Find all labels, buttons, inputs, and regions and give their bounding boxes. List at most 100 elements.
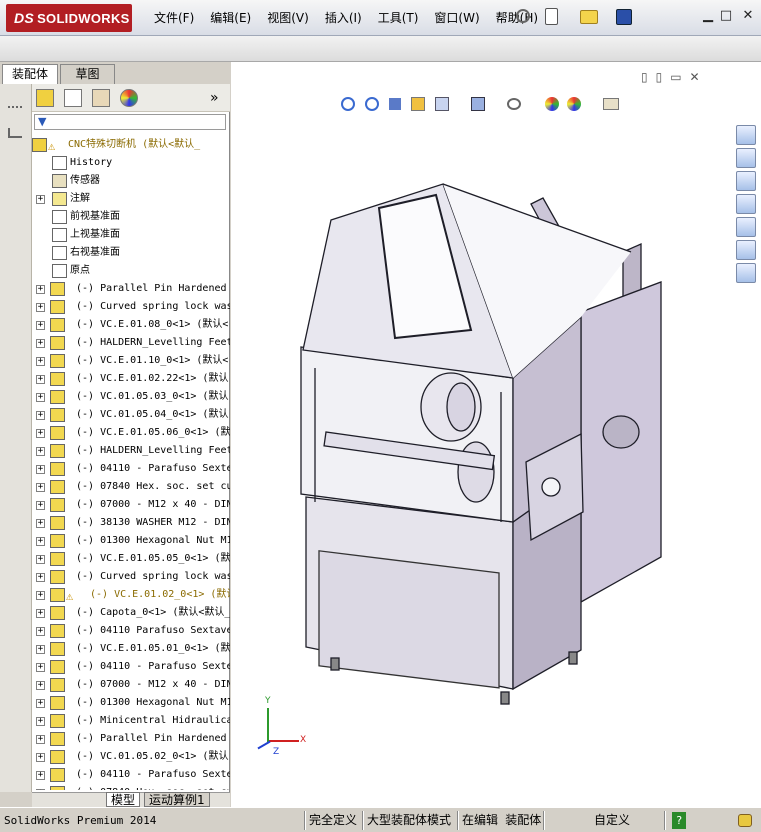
property-manager-icon[interactable] (64, 89, 82, 107)
expand-toggle-icon[interactable]: + (36, 645, 45, 654)
tree-item-component[interactable]: + (-) VC.01.05.02_0<1> (默认 (32, 748, 230, 766)
filter-input[interactable]: ▼ (34, 114, 226, 130)
tree-item-component[interactable]: + (-) 07840 Hex. soc. set cu (32, 784, 230, 790)
tree-item-component[interactable]: + (-) VC.E.01.02.22<1> (默认 (32, 370, 230, 388)
expand-toggle-icon[interactable]: + (36, 393, 45, 402)
expand-toggle-icon[interactable]: + (36, 753, 45, 762)
tree-item-component[interactable]: + (-) Curved spring lock was (32, 298, 230, 316)
expand-toggle-icon[interactable]: + (36, 465, 45, 474)
minimize-icon[interactable]: ▁ (700, 9, 716, 23)
expand-toggle-icon[interactable]: + (36, 411, 45, 420)
expand-toggle-icon[interactable]: + (36, 447, 45, 456)
menu-tools[interactable]: 工具(T) (370, 10, 427, 26)
menu-edit[interactable]: 编辑(E) (202, 10, 259, 26)
expand-toggle-icon[interactable]: + (36, 591, 45, 600)
expand-toggle-icon[interactable]: + (36, 573, 45, 582)
tree-item-component[interactable]: + (-) VC.E.01.05.01_0<1> (默 (32, 640, 230, 658)
tree-item-feature[interactable]: 传感器 (32, 172, 230, 190)
expand-toggle-icon[interactable]: + (36, 717, 45, 726)
help-icon[interactable]: ? (672, 812, 686, 829)
tree-item-component[interactable]: + (-) 38130 WASHER M12 - DIN (32, 514, 230, 532)
graphics-area[interactable]: ▯▯▭✕ Y X Z (231, 62, 761, 807)
tab-motion-study[interactable]: 运动算例1 (144, 792, 210, 807)
pin-icon[interactable] (516, 9, 530, 23)
tree-item-component[interactable]: + (-) 07000 - M12 x 40 - DIN (32, 676, 230, 694)
expand-toggle-icon[interactable]: + (36, 627, 45, 636)
tab-sketch[interactable]: 草图 (60, 64, 115, 84)
expand-toggle-icon[interactable]: + (36, 321, 45, 330)
menu-insert[interactable]: 插入(I) (317, 10, 370, 26)
tree-item-component[interactable]: + (-) Curved spring lock was (32, 568, 230, 586)
configuration-manager-icon[interactable] (92, 89, 110, 107)
new-document-icon[interactable] (545, 8, 558, 25)
file-explorer-icon[interactable] (736, 194, 756, 214)
tree-item-component[interactable]: + (-) VC.E.01.08_0<1> (默认< (32, 316, 230, 334)
tree-item-component[interactable]: + (-) VC.E.01.05.06_0<1> (默 (32, 424, 230, 442)
home-icon[interactable] (736, 148, 756, 168)
menu-window[interactable]: 窗口(W) (426, 10, 487, 26)
tab-assembly[interactable]: 装配体 (2, 64, 58, 84)
expand-toggle-icon[interactable]: + (36, 501, 45, 510)
restore-icon[interactable]: □ (718, 9, 734, 23)
expand-toggle-icon[interactable]: + (36, 699, 45, 708)
expand-toggle-icon[interactable]: + (36, 609, 45, 618)
tree-item-component[interactable]: + (-) 04110 Parafuso Sextave (32, 622, 230, 640)
tree-item-component[interactable]: + (-) 01300 Hexagonal Nut M1 (32, 532, 230, 550)
view-palette-icon[interactable] (736, 217, 756, 237)
expand-toggle-icon[interactable]: + (36, 537, 45, 546)
tree-item-feature[interactable]: + 注解 (32, 190, 230, 208)
solidworks-resources-icon[interactable] (736, 125, 756, 145)
tree-item-component[interactable]: + ⚠ (-) VC.E.01.02_0<1> (默认 (32, 586, 230, 604)
expand-toggle-icon[interactable]: + (36, 681, 45, 690)
display-manager-icon[interactable] (120, 89, 138, 107)
expand-toggle-icon[interactable]: + (36, 285, 45, 294)
tree-item-component[interactable]: + (-) Minicentral Hidraulica (32, 712, 230, 730)
tree-item-component[interactable]: + (-) 04110 - Parafuso Sexte (32, 460, 230, 478)
menu-view[interactable]: 视图(V) (259, 10, 317, 26)
status-tag-icon[interactable] (738, 814, 752, 827)
expand-toggle-icon[interactable]: + (36, 519, 45, 528)
tree-item-component[interactable]: + (-) Capota_0<1> (默认<默认_ (32, 604, 230, 622)
expand-toggle-icon[interactable]: + (36, 483, 45, 492)
tree-item-component[interactable]: + (-) Parallel Pin Hardened (32, 730, 230, 748)
tree-item-component[interactable]: + (-) VC.01.05.03_0<1> (默认 (32, 388, 230, 406)
expand-toggle-icon[interactable]: + (36, 375, 45, 384)
tree-item-component[interactable]: + (-) VC.E.01.05.05_0<1> (默 (32, 550, 230, 568)
expand-toggle-icon[interactable]: + (36, 429, 45, 438)
tape-icon[interactable] (8, 106, 22, 116)
tree-item-feature[interactable]: 前视基准面 (32, 208, 230, 226)
tree-item-component[interactable]: + (-) 07000 - M12 x 40 - DIN (32, 496, 230, 514)
tree-item-component[interactable]: + (-) Parallel Pin Hardened (32, 280, 230, 298)
tree-item-component[interactable]: + (-) VC.E.01.10_0<1> (默认< (32, 352, 230, 370)
expand-toggle-icon[interactable]: + (36, 789, 45, 790)
expand-toggle-icon[interactable]: + (36, 771, 45, 780)
tree-item-feature[interactable]: History (32, 154, 230, 172)
solidworks-logo[interactable]: DS SOLIDWORKS (6, 4, 132, 32)
save-icon[interactable] (616, 9, 632, 25)
tree-item-feature[interactable]: 原点 (32, 262, 230, 280)
expand-toggle-icon[interactable]: + (36, 303, 45, 312)
tree-item-component[interactable]: + (-) 01300 Hexagonal Nut M1 (32, 694, 230, 712)
menu-file[interactable]: 文件(F) (146, 10, 202, 26)
tree-item-component[interactable]: + (-) 07840 Hex. soc. set cu (32, 478, 230, 496)
status-custom[interactable]: 自定义 (594, 812, 630, 829)
panel-more-chevron-icon[interactable]: » (210, 90, 219, 106)
snap-icon[interactable] (8, 128, 22, 138)
tree-item-feature[interactable]: 上视基准面 (32, 226, 230, 244)
expand-toggle-icon[interactable]: + (36, 735, 45, 744)
tree-item-component[interactable]: + (-) HALDERN_Levelling Feet (32, 334, 230, 352)
expand-toggle-icon[interactable]: + (36, 339, 45, 348)
expand-toggle-icon[interactable]: + (36, 663, 45, 672)
tree-item-component[interactable]: + (-) HALDERN_Levelling Feet (32, 442, 230, 460)
tree-item-component[interactable]: + (-) 04110 - Parafuso Sexte (32, 658, 230, 676)
tree-item-component[interactable]: + (-) VC.01.05.04_0<1> (默认 (32, 406, 230, 424)
design-library-icon[interactable] (736, 171, 756, 191)
tree-root-assembly[interactable]: ⚠ CNC特殊切断机 (默认<默认_ (32, 136, 230, 154)
open-folder-icon[interactable] (580, 10, 598, 24)
tab-model[interactable]: 模型 (106, 792, 141, 807)
tree-item-feature[interactable]: 右视基准面 (32, 244, 230, 262)
close-icon[interactable]: ✕ (740, 9, 756, 23)
feature-manager-icon[interactable] (36, 89, 54, 107)
expand-toggle-icon[interactable]: + (36, 357, 45, 366)
tree-item-component[interactable]: + (-) 04110 - Parafuso Sexte (32, 766, 230, 784)
